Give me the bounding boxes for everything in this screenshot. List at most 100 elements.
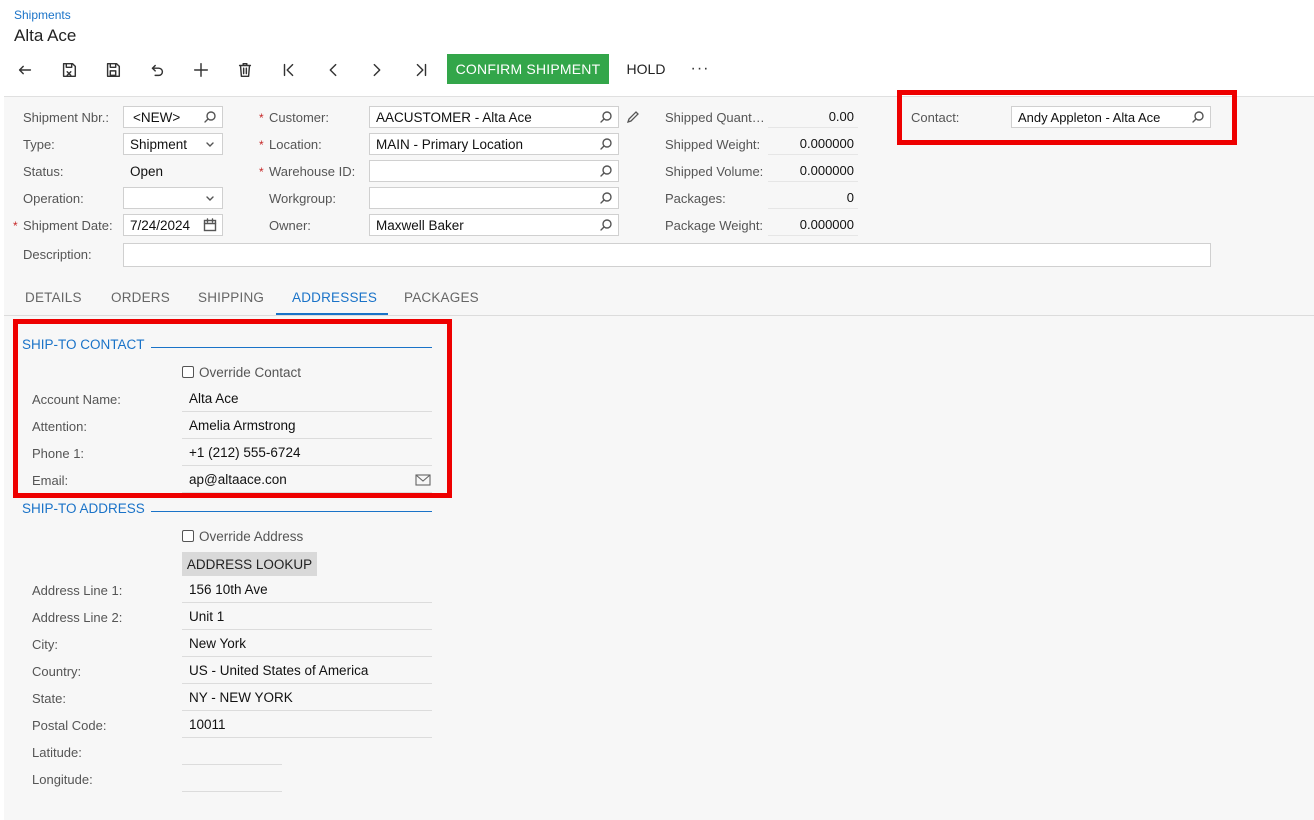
email-label: Email:	[32, 473, 69, 488]
tab-packages[interactable]: PACKAGES	[404, 290, 479, 305]
required-marker: *	[13, 219, 18, 233]
shipment-nbr-value: <NEW>	[133, 109, 181, 125]
attention-label: Attention:	[32, 419, 87, 434]
packages-label: Packages:	[665, 191, 726, 206]
status-value: Open	[130, 164, 164, 179]
search-icon[interactable]	[599, 218, 613, 232]
add-icon[interactable]	[190, 59, 212, 81]
operation-label: Operation:	[23, 191, 84, 206]
tab-details[interactable]: DETAILS	[25, 290, 82, 305]
required-marker: *	[259, 138, 264, 152]
chevron-down-icon[interactable]	[203, 137, 217, 151]
breadcrumb[interactable]: Shipments	[14, 8, 71, 22]
more-actions-button[interactable]: ···	[686, 54, 714, 84]
address-line1-label: Address Line 1:	[32, 583, 123, 598]
package-weight-label: Package Weight:	[665, 218, 764, 233]
override-address-label: Override Address	[199, 529, 304, 544]
description-field[interactable]	[123, 243, 1211, 267]
tab-orders[interactable]: ORDERS	[111, 290, 170, 305]
override-address-checkbox[interactable]	[182, 530, 194, 542]
address-line2-field[interactable]: Unit 1	[182, 604, 432, 630]
account-name-label: Account Name:	[32, 392, 121, 407]
envelope-icon[interactable]	[415, 474, 431, 486]
postal-code-field[interactable]: 10011	[182, 712, 432, 738]
warehouse-id-label: Warehouse ID:	[269, 164, 356, 179]
workgroup-field[interactable]	[369, 187, 619, 209]
type-label: Type:	[23, 137, 55, 152]
contact-label: Contact:	[911, 110, 960, 125]
first-record-icon[interactable]	[278, 59, 300, 81]
attention-field[interactable]: Amelia Armstrong	[182, 413, 432, 439]
owner-field[interactable]: Maxwell Baker	[369, 214, 619, 236]
city-field[interactable]: New York	[182, 631, 432, 657]
type-value: Shipment	[130, 136, 188, 152]
shipment-date-value: 7/24/2024	[130, 217, 191, 233]
customer-label: Customer:	[269, 110, 329, 125]
description-label: Description:	[23, 247, 92, 262]
phone1-field[interactable]: +1 (212) 555-6724	[182, 440, 432, 466]
latitude-field[interactable]	[182, 739, 282, 765]
search-icon[interactable]	[203, 110, 217, 124]
shipment-nbr-field[interactable]: <NEW>	[123, 106, 223, 128]
save-close-icon[interactable]	[58, 59, 80, 81]
owner-label: Owner:	[269, 218, 311, 233]
shipped-volume-label: Shipped Volume:	[665, 164, 764, 179]
search-icon[interactable]	[1191, 110, 1205, 124]
override-contact-checkbox[interactable]	[182, 366, 194, 378]
account-name-field[interactable]: Alta Ace	[182, 386, 432, 412]
tab-addresses[interactable]: ADDRESSES	[292, 290, 377, 305]
phone1-label: Phone 1:	[32, 446, 85, 461]
back-arrow-icon[interactable]	[14, 59, 36, 81]
chevron-down-icon[interactable]	[203, 191, 217, 205]
shipment-date-field[interactable]: 7/24/2024	[123, 214, 223, 236]
search-icon[interactable]	[599, 191, 613, 205]
contact-field[interactable]: Andy Appleton - Alta Ace	[1011, 106, 1211, 128]
state-label: State:	[32, 691, 66, 706]
hold-button[interactable]: HOLD	[617, 54, 675, 84]
next-icon[interactable]	[366, 59, 388, 81]
email-field[interactable]: ap@altaace.con	[182, 467, 432, 493]
shipped-volume-value: 0.000000	[768, 160, 858, 182]
location-value: MAIN - Primary Location	[376, 136, 524, 152]
state-field[interactable]: NY - NEW YORK	[182, 685, 432, 711]
search-icon[interactable]	[599, 110, 613, 124]
longitude-label: Longitude:	[32, 772, 93, 787]
shipped-weight-label: Shipped Weight:	[665, 137, 761, 152]
required-marker: *	[259, 165, 264, 179]
save-icon[interactable]	[102, 59, 124, 81]
override-contact-label: Override Contact	[199, 365, 302, 380]
confirm-shipment-button[interactable]: CONFIRM SHIPMENT	[447, 54, 609, 84]
postal-code-label: Postal Code:	[32, 718, 107, 733]
warehouse-id-field[interactable]	[369, 160, 619, 182]
owner-value: Maxwell Baker	[376, 217, 464, 233]
address-line2-label: Address Line 2:	[32, 610, 123, 625]
location-field[interactable]: MAIN - Primary Location	[369, 133, 619, 155]
latitude-label: Latitude:	[32, 745, 82, 760]
customer-field[interactable]: AACUSTOMER - Alta Ace	[369, 106, 619, 128]
shipped-weight-value: 0.000000	[768, 133, 858, 155]
address-lookup-button[interactable]: ADDRESS LOOKUP	[182, 552, 317, 576]
delete-icon[interactable]	[234, 59, 256, 81]
location-label: Location:	[269, 137, 322, 152]
undo-icon[interactable]	[146, 59, 168, 81]
shipment-nbr-label: Shipment Nbr.:	[23, 110, 109, 125]
calendar-icon[interactable]	[203, 218, 217, 232]
type-select[interactable]: Shipment	[123, 133, 223, 155]
contact-value: Andy Appleton - Alta Ace	[1018, 109, 1161, 125]
shipped-quantity-label: Shipped Quant…	[665, 110, 765, 125]
longitude-field[interactable]	[182, 766, 282, 792]
country-field[interactable]: US - United States of America	[182, 658, 432, 684]
required-marker: *	[259, 111, 264, 125]
last-record-icon[interactable]	[410, 59, 432, 81]
workgroup-label: Workgroup:	[269, 191, 336, 206]
previous-icon[interactable]	[322, 59, 344, 81]
shipment-date-label: Shipment Date:	[23, 218, 113, 233]
operation-select[interactable]	[123, 187, 223, 209]
search-icon[interactable]	[599, 137, 613, 151]
address-line1-field[interactable]: 156 10th Ave	[182, 577, 432, 603]
search-icon[interactable]	[599, 164, 613, 178]
edit-pencil-icon[interactable]	[626, 110, 640, 124]
package-weight-value: 0.000000	[768, 214, 858, 236]
shipped-quantity-value: 0.00	[768, 106, 858, 128]
tab-shipping[interactable]: SHIPPING	[198, 290, 264, 305]
